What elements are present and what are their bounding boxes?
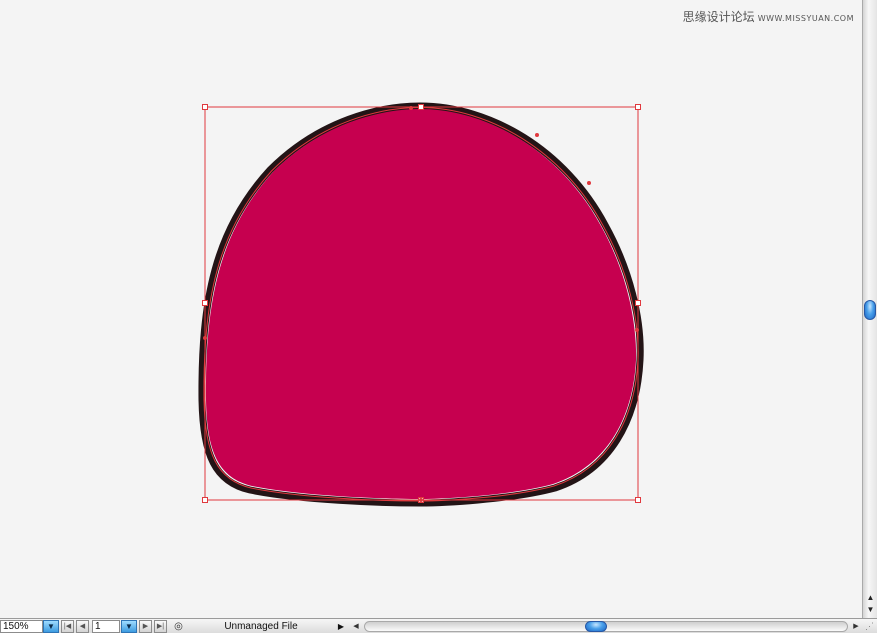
scroll-right-arrow-icon[interactable]: ▶ [850,620,862,633]
scroll-up-arrow-icon[interactable]: ▲ [863,592,877,604]
handle-middle-right[interactable] [635,300,641,306]
handle-top-right[interactable] [635,104,641,110]
anchor-point[interactable] [535,133,539,137]
last-artboard-button[interactable]: ▶| [154,620,167,633]
watermark-site: WWW.MISSYUAN.COM [757,14,854,23]
handle-bottom-left[interactable] [202,497,208,503]
anchor-point[interactable] [203,336,207,340]
horizontal-scrollbar[interactable]: ◀ ▶ [350,620,862,633]
toggle-direction-icon[interactable]: ◎ [172,620,185,633]
previous-artboard-button[interactable]: ◀ [76,620,89,633]
anchor-point[interactable] [409,106,413,110]
document-status-text[interactable]: Unmanaged File [196,620,326,633]
artwork-svg[interactable] [0,0,862,618]
handle-top-left[interactable] [202,104,208,110]
watermark-text: 思缘设计论坛 [682,10,755,24]
next-artboard-button[interactable]: ▶ [139,620,152,633]
handle-middle-left[interactable] [202,300,208,306]
handle-bottom-right[interactable] [635,497,641,503]
document-canvas[interactable]: 思缘设计论坛 WWW.MISSYUAN.COM [0,0,862,618]
zoom-level-field[interactable]: 150% [0,620,43,633]
scroll-left-arrow-icon[interactable]: ◀ [350,620,362,633]
handle-top-center[interactable] [418,104,424,110]
anchor-point[interactable] [419,498,423,502]
zoom-dropdown-button[interactable]: ▼ [43,620,59,633]
artboard-number-field[interactable]: 1 [92,620,120,633]
first-artboard-button[interactable]: |◀ [61,620,74,633]
artboard-dropdown-button[interactable]: ▼ [121,620,137,633]
resize-grip-icon[interactable]: ⋰ [862,620,877,633]
status-bar: 150% ▼ |◀ ◀ 1 ▼ ▶ ▶| ◎ Unmanaged File ▶ … [0,618,877,633]
anchor-point[interactable] [587,181,591,185]
horizontal-scroll-thumb[interactable] [585,621,607,632]
status-menu-arrow-icon[interactable]: ▶ [336,620,346,633]
scroll-down-arrow-icon[interactable]: ▼ [863,604,877,616]
anchor-point[interactable] [635,328,639,332]
vertical-scrollbar[interactable]: ▲ ▼ [862,0,877,618]
vertical-scroll-thumb[interactable] [864,300,876,320]
watermark: 思缘设计论坛 WWW.MISSYUAN.COM [683,8,854,25]
horizontal-scroll-track[interactable] [364,621,848,632]
